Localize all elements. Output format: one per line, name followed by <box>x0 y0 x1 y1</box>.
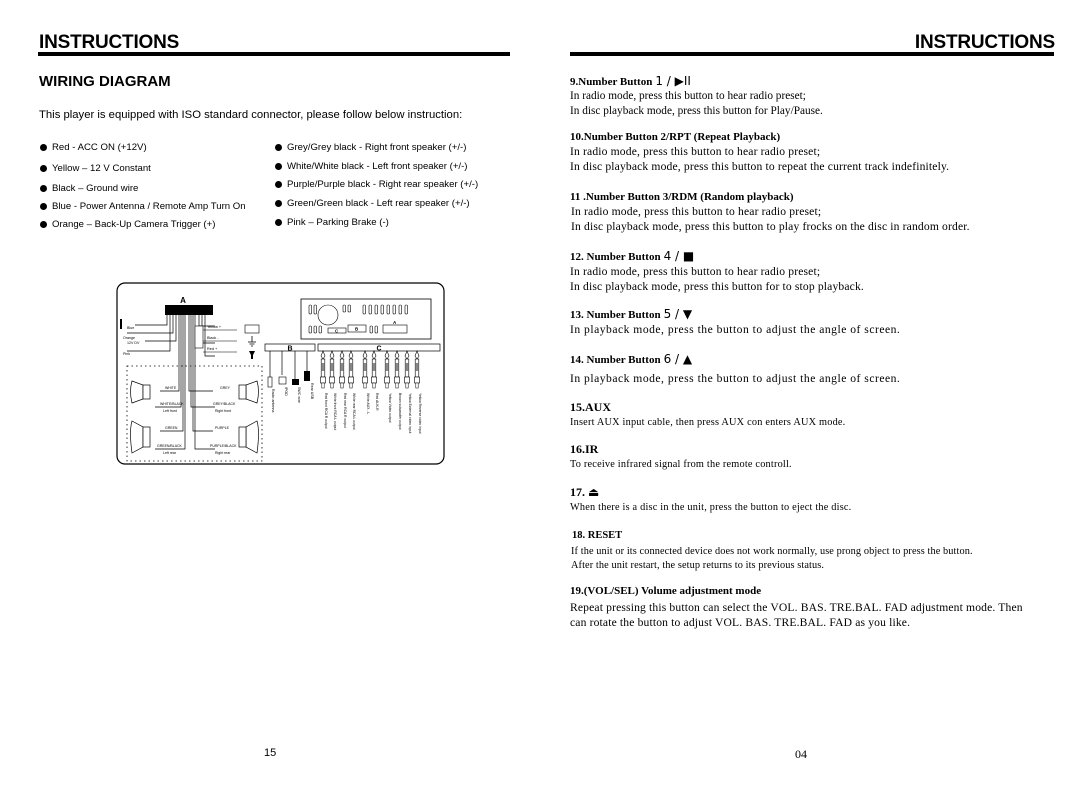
list-item: Yellow – 12 V Constant <box>40 157 246 179</box>
list-item: Grey/Grey black - Right front speaker (+… <box>275 137 478 157</box>
svg-text:GREEN: GREEN <box>165 426 178 430</box>
section-13: 13. Number Button 5 / ▼ In playback mode,… <box>570 307 901 336</box>
svg-text:12V DV: 12V DV <box>127 341 140 345</box>
section-16: 16.IR To receive infrared signal from th… <box>570 442 792 470</box>
svg-text:WHITE: WHITE <box>165 386 177 390</box>
list-item: Green/Green black - Left rear speaker (+… <box>275 193 478 213</box>
stop-icon: 4 / ■ <box>663 249 695 263</box>
page-number-left: 15 <box>264 747 277 759</box>
bullet-icon <box>275 199 282 207</box>
connector-a-block <box>165 305 213 315</box>
section-19: 19.(VOL/SEL) Volume adjustment mode Repe… <box>570 585 1023 629</box>
svg-text:Black -: Black - <box>207 336 219 340</box>
svg-text:White AUX - L: White AUX - L <box>366 393 370 414</box>
svg-text:GREY/BLACK: GREY/BLACK <box>213 402 236 406</box>
play-pause-icon: 1 / ▶II <box>655 74 691 88</box>
svg-text:Red AUX-R: Red AUX-R <box>375 393 379 411</box>
intro-text: This player is equipped with ISO standar… <box>39 109 463 121</box>
section-17: 17. ⏏ When there is a disc in the unit, p… <box>570 485 852 513</box>
connector-c-label: C <box>376 346 381 353</box>
svg-text:Red rear RCA R output: Red rear RCA R output <box>343 393 347 428</box>
bullet-icon <box>275 180 282 188</box>
section-14: 14. Number Button 6 / ▲ In playback mode,… <box>570 352 901 385</box>
wire-color-list-left: Red - ACC ON (+12V) Yellow – 12 V Consta… <box>40 137 246 233</box>
svg-text:PURPLE: PURPLE <box>215 426 230 430</box>
svg-text:Right rear: Right rear <box>215 451 231 455</box>
svg-text:Yellow External video input: Yellow External video input <box>408 393 412 433</box>
svg-text:Yellow Reverse video input: Yellow Reverse video input <box>418 393 422 434</box>
tilt-down-icon: 5 / ▼ <box>663 307 693 321</box>
svg-text:GREY: GREY <box>220 386 231 390</box>
svg-text:Rear USB: Rear USB <box>310 383 314 400</box>
fuse-box <box>194 325 204 349</box>
svg-text:Yellow Video output: Yellow Video output <box>388 393 392 423</box>
bullet-icon <box>275 218 282 226</box>
antenna-icon <box>120 319 122 329</box>
svg-text:WHITE/BLACK: WHITE/BLACK <box>160 402 184 406</box>
section-12: 12. Number Button 4 / ■ In radio mode, pr… <box>570 249 864 293</box>
svg-text:Red +: Red + <box>207 347 218 351</box>
bullet-icon <box>40 202 47 210</box>
wire-color-list-right: Grey/Grey black - Right front speaker (+… <box>275 137 478 231</box>
bullet-icon <box>40 143 47 151</box>
list-item: Pink – Parking Brake (-) <box>275 213 478 231</box>
right-page: INSTRUCTIONS 9.Number Button 1 / ▶II In r… <box>540 0 1080 795</box>
svg-text:Yellow +: Yellow + <box>207 325 222 329</box>
svg-text:SWC wire: SWC wire <box>297 387 301 403</box>
list-item: Purple/Purple black - Right rear speaker… <box>275 175 478 193</box>
wiring-diagram: A Blue Orange 12V DV Pink Yellow + Black… <box>116 282 445 465</box>
left-page-header: INSTRUCTIONS <box>39 32 180 53</box>
list-item: White/White black - Left front speaker (… <box>275 157 478 175</box>
wiring-diagram-title: WIRING DIAGRAM <box>39 73 171 90</box>
list-item: Blue - Power Antenna / Remote Amp Turn O… <box>40 197 246 215</box>
bullet-icon <box>40 220 47 228</box>
header-rule <box>570 52 1054 56</box>
list-item: Orange – Back-Up Camera Trigger (+) <box>40 215 246 233</box>
svg-text:Blue: Blue <box>127 326 134 330</box>
header-rule <box>38 52 510 56</box>
svg-text:IPOD: IPOD <box>284 387 288 396</box>
section-9: 9.Number Button 1 / ▶II In radio mode, pr… <box>570 74 823 117</box>
page-number-right: 04 <box>795 747 807 761</box>
section-10: 10.Number Button 2/RPT (Repeat Playback)… <box>570 131 950 173</box>
bullet-icon <box>40 184 47 192</box>
svg-text:PURPLE/BLACK: PURPLE/BLACK <box>210 444 237 448</box>
svg-text:White rear RCA L output: White rear RCA L output <box>352 393 356 430</box>
svg-text:White front RCA L output: White front RCA L output <box>333 393 337 430</box>
section-15: 15.AUX Insert AUX input cable, then pres… <box>570 400 846 428</box>
right-page-header: INSTRUCTIONS <box>914 32 1055 53</box>
tilt-up-icon: 6 / ▲ <box>663 352 693 366</box>
list-item: Black – Ground wire <box>40 179 246 197</box>
section-18: 18. RESET If the unit or its connected d… <box>571 530 973 571</box>
svg-text:Left front: Left front <box>163 409 177 413</box>
bullet-icon <box>40 164 47 172</box>
svg-text:GREEN/BLACK: GREEN/BLACK <box>157 444 183 448</box>
svg-text:Pink: Pink <box>123 352 130 356</box>
eject-icon: ⏏ <box>588 485 600 499</box>
bullet-icon <box>275 143 282 151</box>
svg-text:Radio antenna: Radio antenna <box>271 389 275 412</box>
svg-text:Orange: Orange <box>123 336 135 340</box>
svg-text:Red front RCA R output: Red front RCA R output <box>324 393 328 429</box>
svg-text:Left rear: Left rear <box>163 451 177 455</box>
bullet-icon <box>275 162 282 170</box>
section-11: 11 .Number Button 3/RDM (Random playback… <box>570 191 970 233</box>
connector-b-label: B <box>287 346 292 353</box>
list-item: Red - ACC ON (+12V) <box>40 137 246 157</box>
svg-text:Brown subwoofer output: Brown subwoofer output <box>398 393 402 430</box>
svg-text:Right front: Right front <box>215 409 231 413</box>
left-page: INSTRUCTIONS WIRING DIAGRAM This player … <box>0 0 540 795</box>
connector-a-label: A <box>180 296 186 305</box>
